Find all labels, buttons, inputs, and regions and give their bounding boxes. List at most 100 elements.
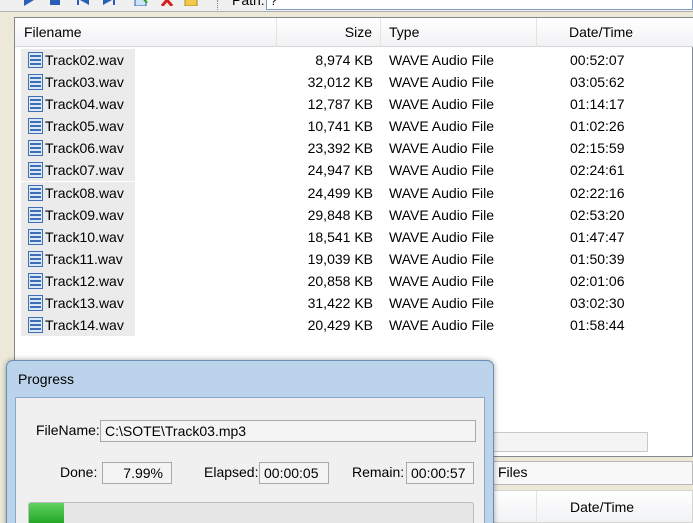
- wave-file-icon: [28, 228, 43, 245]
- remain-label: Remain:: [352, 464, 405, 480]
- toolbar: Path: ?: [0, 0, 693, 12]
- wave-file-icon: [28, 96, 43, 113]
- file-name: Track10.wav: [45, 228, 124, 245]
- file-datetime: 02:22:16: [570, 184, 625, 201]
- file-name-cell[interactable]: Track07.wav: [21, 159, 135, 182]
- done-label: Done:: [60, 464, 98, 480]
- file-type: WAVE Audio File: [389, 228, 495, 245]
- file-datetime: 02:24:61: [570, 162, 625, 179]
- wave-file-icon: [28, 250, 43, 267]
- table-row[interactable]: Track09.wav 29,848 KB WAVE Audio File 02:53…: [15, 203, 693, 226]
- table-row[interactable]: Track02.wav 8,974 KB WAVE Audio File 00:52:…: [15, 49, 693, 71]
- add-files-icon[interactable]: [134, 0, 148, 6]
- table-row[interactable]: Track13.wav 31,422 KB WAVE Audio File 03:02…: [15, 292, 693, 315]
- wave-file-icon: [28, 295, 43, 312]
- wave-file-icon: [28, 317, 43, 334]
- elapsed-label: Elapsed:: [204, 464, 259, 480]
- column-header-filename[interactable]: Filename: [15, 18, 277, 47]
- file-type: WAVE Audio File: [389, 317, 495, 334]
- done-field: 7.99%: [102, 462, 172, 484]
- file-type: WAVE Audio File: [389, 52, 495, 68]
- file-name-cell[interactable]: Track14.wav: [21, 314, 135, 337]
- file-name: Track07.wav: [45, 162, 124, 179]
- file-size: 20,858 KB: [307, 272, 373, 289]
- column-header-datetime[interactable]: Date/Time: [537, 18, 693, 47]
- lower-list-header: Date/Time: [493, 490, 693, 523]
- file-name-cell[interactable]: Track11.wav: [21, 247, 135, 270]
- file-type: WAVE Audio File: [389, 162, 495, 179]
- file-name-cell[interactable]: Track13.wav: [21, 292, 135, 315]
- file-datetime: 02:53:20: [570, 206, 625, 223]
- file-name-cell[interactable]: Track03.wav: [21, 71, 135, 94]
- next-icon[interactable]: [102, 0, 116, 6]
- table-row[interactable]: Track04.wav 12,787 KB WAVE Audio File 01:14…: [15, 93, 693, 116]
- wave-file-icon: [28, 140, 43, 157]
- path-input[interactable]: ?: [266, 0, 693, 10]
- file-name: Track03.wav: [45, 74, 124, 91]
- lower-column-header-datetime[interactable]: Date/Time: [570, 499, 634, 515]
- file-name-cell[interactable]: Track09.wav: [21, 203, 135, 226]
- progress-bar: [28, 502, 474, 523]
- file-name: Track13.wav: [45, 295, 124, 312]
- file-name-cell[interactable]: Track04.wav: [21, 93, 135, 116]
- file-datetime: 01:58:44: [570, 317, 625, 334]
- file-type: WAVE Audio File: [389, 295, 495, 312]
- table-row[interactable]: Track06.wav 23,392 KB WAVE Audio File 02:15…: [15, 137, 693, 160]
- file-name: Track14.wav: [45, 317, 124, 334]
- file-name: Track05.wav: [45, 118, 124, 135]
- table-row[interactable]: Track08.wav 24,499 KB WAVE Audio File 02:22…: [15, 181, 693, 204]
- tab-files-label: Files: [498, 464, 528, 480]
- table-row[interactable]: Track12.wav 20,858 KB WAVE Audio File 02:01…: [15, 269, 693, 292]
- column-header-type[interactable]: Type: [381, 18, 537, 47]
- horizontal-scrollbar[interactable]: [493, 432, 648, 452]
- list-header: Filename Size Type Date/Time: [15, 18, 693, 47]
- wave-file-icon: [28, 272, 43, 289]
- table-row[interactable]: Track05.wav 10,741 KB WAVE Audio File 01:02…: [15, 115, 693, 138]
- table-row[interactable]: Track11.wav 19,039 KB WAVE Audio File 01:50…: [15, 247, 693, 270]
- file-type: WAVE Audio File: [389, 184, 495, 201]
- file-datetime: 01:50:39: [570, 250, 625, 267]
- file-size: 8,974 KB: [315, 52, 373, 68]
- file-size: 10,741 KB: [307, 118, 373, 135]
- file-type: WAVE Audio File: [389, 96, 495, 113]
- app-window: Path: ? Filename Size Type Date/Time Tra…: [0, 0, 693, 523]
- filename-field: C:\SOTE\Track03.mp3: [100, 420, 476, 442]
- filename-label: FileName:: [36, 422, 100, 438]
- file-size: 29,848 KB: [307, 206, 373, 223]
- file-name-cell[interactable]: Track06.wav: [21, 137, 135, 160]
- play-icon[interactable]: [22, 0, 36, 6]
- file-name: Track06.wav: [45, 140, 124, 157]
- file-size: 31,422 KB: [307, 295, 373, 312]
- file-size: 19,039 KB: [307, 250, 373, 267]
- file-size: 32,012 KB: [307, 74, 373, 91]
- file-name-cell[interactable]: Track10.wav: [21, 225, 135, 248]
- table-row[interactable]: Track03.wav 32,012 KB WAVE Audio File 03:05…: [15, 71, 693, 94]
- file-datetime: 02:15:59: [570, 140, 625, 157]
- folder-icon[interactable]: [184, 0, 198, 6]
- wave-file-icon: [28, 52, 43, 68]
- wave-file-icon: [28, 206, 43, 223]
- table-row[interactable]: Track14.wav 20,429 KB WAVE Audio File 01:58…: [15, 314, 693, 337]
- wave-file-icon: [28, 118, 43, 135]
- delete-icon[interactable]: [160, 0, 174, 6]
- file-type: WAVE Audio File: [389, 118, 495, 135]
- file-size: 18,541 KB: [307, 228, 373, 245]
- file-name-cell[interactable]: Track08.wav: [21, 181, 135, 204]
- tab-files[interactable]: Files: [493, 461, 693, 485]
- file-name-cell[interactable]: Track05.wav: [21, 115, 135, 138]
- column-divider: [536, 491, 537, 523]
- file-name: Track12.wav: [45, 272, 124, 289]
- column-header-size[interactable]: Size: [277, 18, 381, 47]
- file-name-cell[interactable]: Track12.wav: [21, 269, 135, 292]
- file-rows: Track02.wav 8,974 KB WAVE Audio File 00:52:…: [15, 49, 693, 337]
- file-size: 24,947 KB: [307, 162, 373, 179]
- file-name: Track09.wav: [45, 206, 124, 223]
- table-row[interactable]: Track10.wav 18,541 KB WAVE Audio File 01:47…: [15, 225, 693, 248]
- stop-icon[interactable]: [48, 0, 62, 6]
- file-name-cell[interactable]: Track02.wav: [21, 49, 135, 71]
- wave-file-icon: [28, 184, 43, 201]
- table-row[interactable]: Track07.wav 24,947 KB WAVE Audio File 02:24…: [15, 159, 693, 182]
- previous-icon[interactable]: [76, 0, 90, 6]
- file-datetime: 01:14:17: [570, 96, 625, 113]
- elapsed-field: 00:00:05: [259, 462, 329, 484]
